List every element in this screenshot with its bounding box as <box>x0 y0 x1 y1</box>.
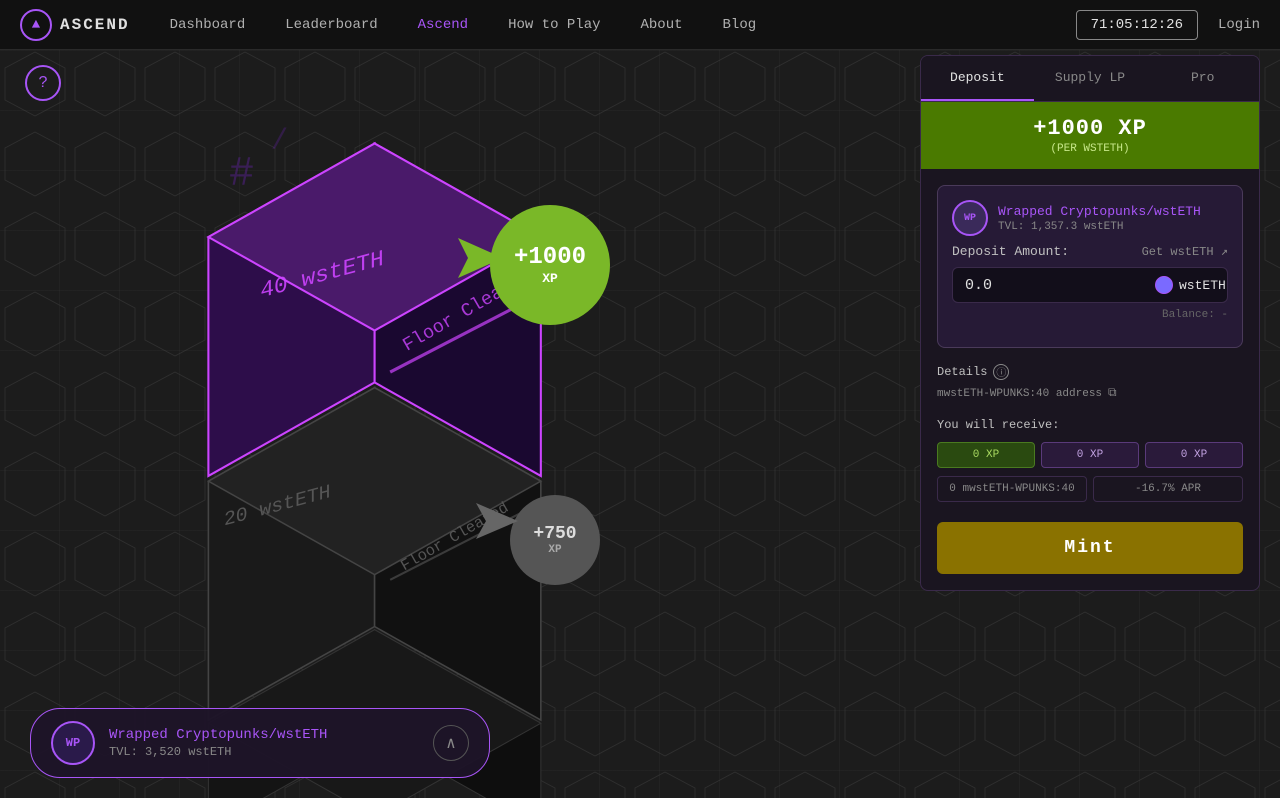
receive-label: You will receive: <box>937 418 1243 432</box>
get-wsteth-link[interactable]: Get wstETH ↗ <box>1142 244 1228 259</box>
token-badge: wstETH <box>1155 276 1226 294</box>
nav-blog[interactable]: Blog <box>723 17 757 33</box>
receive-apr: -16.7% APR <box>1093 476 1243 502</box>
banner-tvl: TVL: 3,520 wstETH <box>109 745 419 759</box>
arrow-medium <box>468 503 518 544</box>
tab-pro[interactable]: Pro <box>1146 56 1259 101</box>
logo[interactable]: ▲ ASCEND <box>20 9 130 41</box>
tab-supply-lp[interactable]: Supply LP <box>1034 56 1147 101</box>
tab-deposit[interactable]: Deposit <box>921 56 1034 101</box>
token-header: WP Wrapped Cryptopunks/wstETH TVL: 1,357… <box>952 200 1228 236</box>
banner-token-icon: WP <box>51 721 95 765</box>
balance-text: Balance: - <box>952 309 1228 321</box>
details-row: Details ⓘ <box>937 364 1243 380</box>
nav-ascend[interactable]: Ascend <box>418 17 468 33</box>
receive-row2: 0 mwstETH-WPUNKS:40 -16.7% APR <box>937 476 1243 502</box>
navigation: ▲ ASCEND Dashboard Leaderboard Ascend Ho… <box>0 0 1280 50</box>
xp-bubble-medium: +750 XP <box>510 495 600 585</box>
token-icon: WP <box>952 200 988 236</box>
nav-leaderboard[interactable]: Leaderboard <box>285 17 377 33</box>
token-name: Wrapped Cryptopunks/wstETH <box>998 204 1201 219</box>
deposit-input[interactable] <box>965 277 1155 294</box>
info-icon: ⓘ <box>993 364 1009 380</box>
game-scene: 40 wstETH Floor Cleared # / 20 wstETH Fl… <box>0 50 770 798</box>
game-area: 40 wstETH Floor Cleared # / 20 wstETH Fl… <box>0 50 770 798</box>
deposit-label-row: Deposit Amount: Get wstETH ↗ <box>952 244 1228 259</box>
help-button[interactable]: ? <box>25 65 61 101</box>
nav-howtoplay[interactable]: How to Play <box>508 17 600 33</box>
xp-banner-main: +1000 XP <box>935 116 1245 141</box>
xp-banner-sub: (PER WSTETH) <box>935 143 1245 155</box>
deposit-input-wrap: wstETH <box>952 267 1228 303</box>
banner-text: Wrapped Cryptopunks/wstETH TVL: 3,520 ws… <box>109 727 419 759</box>
receive-grid: 0 XP 0 XP 0 XP <box>937 442 1243 468</box>
nav-about[interactable]: About <box>641 17 683 33</box>
svg-text:#: # <box>229 151 254 198</box>
copy-icon[interactable]: ⧉ <box>1108 386 1124 402</box>
receive-badge-0: 0 XP <box>937 442 1035 468</box>
bottom-banner: WP Wrapped Cryptopunks/wstETH TVL: 3,520… <box>30 708 490 778</box>
receive-badge-2: 0 XP <box>1145 442 1243 468</box>
logo-icon: ▲ <box>20 9 52 41</box>
token-card: WP Wrapped Cryptopunks/wstETH TVL: 1,357… <box>937 185 1243 348</box>
logo-text: ASCEND <box>60 16 130 34</box>
panel-content: WP Wrapped Cryptopunks/wstETH TVL: 1,357… <box>921 169 1259 590</box>
right-panel: Deposit Supply LP Pro +1000 XP (PER WSTE… <box>920 55 1260 591</box>
banner-title: Wrapped Cryptopunks/wstETH <box>109 727 419 743</box>
deposit-label-text: Deposit Amount: <box>952 244 1069 259</box>
receive-mwst: 0 mwstETH-WPUNKS:40 <box>937 476 1087 502</box>
svg-text:/: / <box>271 125 288 158</box>
banner-chevron-button[interactable]: ∧ <box>433 725 469 761</box>
nav-links: Dashboard Leaderboard Ascend How to Play… <box>170 17 1076 33</box>
address-row: mwstETH-WPUNKS:40 address ⧉ <box>937 386 1243 402</box>
details-label: Details <box>937 365 987 379</box>
token-info: Wrapped Cryptopunks/wstETH TVL: 1,357.3 … <box>998 204 1201 233</box>
token-dot-icon <box>1155 276 1173 294</box>
panel-tabs: Deposit Supply LP Pro <box>921 56 1259 102</box>
xp-banner: +1000 XP (PER WSTETH) <box>921 102 1259 169</box>
address-text: mwstETH-WPUNKS:40 address <box>937 388 1102 400</box>
mint-button[interactable]: Mint <box>937 522 1243 574</box>
receive-badge-1: 0 XP <box>1041 442 1139 468</box>
nav-dashboard[interactable]: Dashboard <box>170 17 246 33</box>
xp-bubble-large: +1000 XP <box>490 205 610 325</box>
countdown-timer: 71:05:12:26 <box>1076 10 1198 40</box>
token-tvl: TVL: 1,357.3 wstETH <box>998 221 1201 233</box>
login-button[interactable]: Login <box>1218 17 1260 33</box>
arrow-large <box>448 238 503 283</box>
